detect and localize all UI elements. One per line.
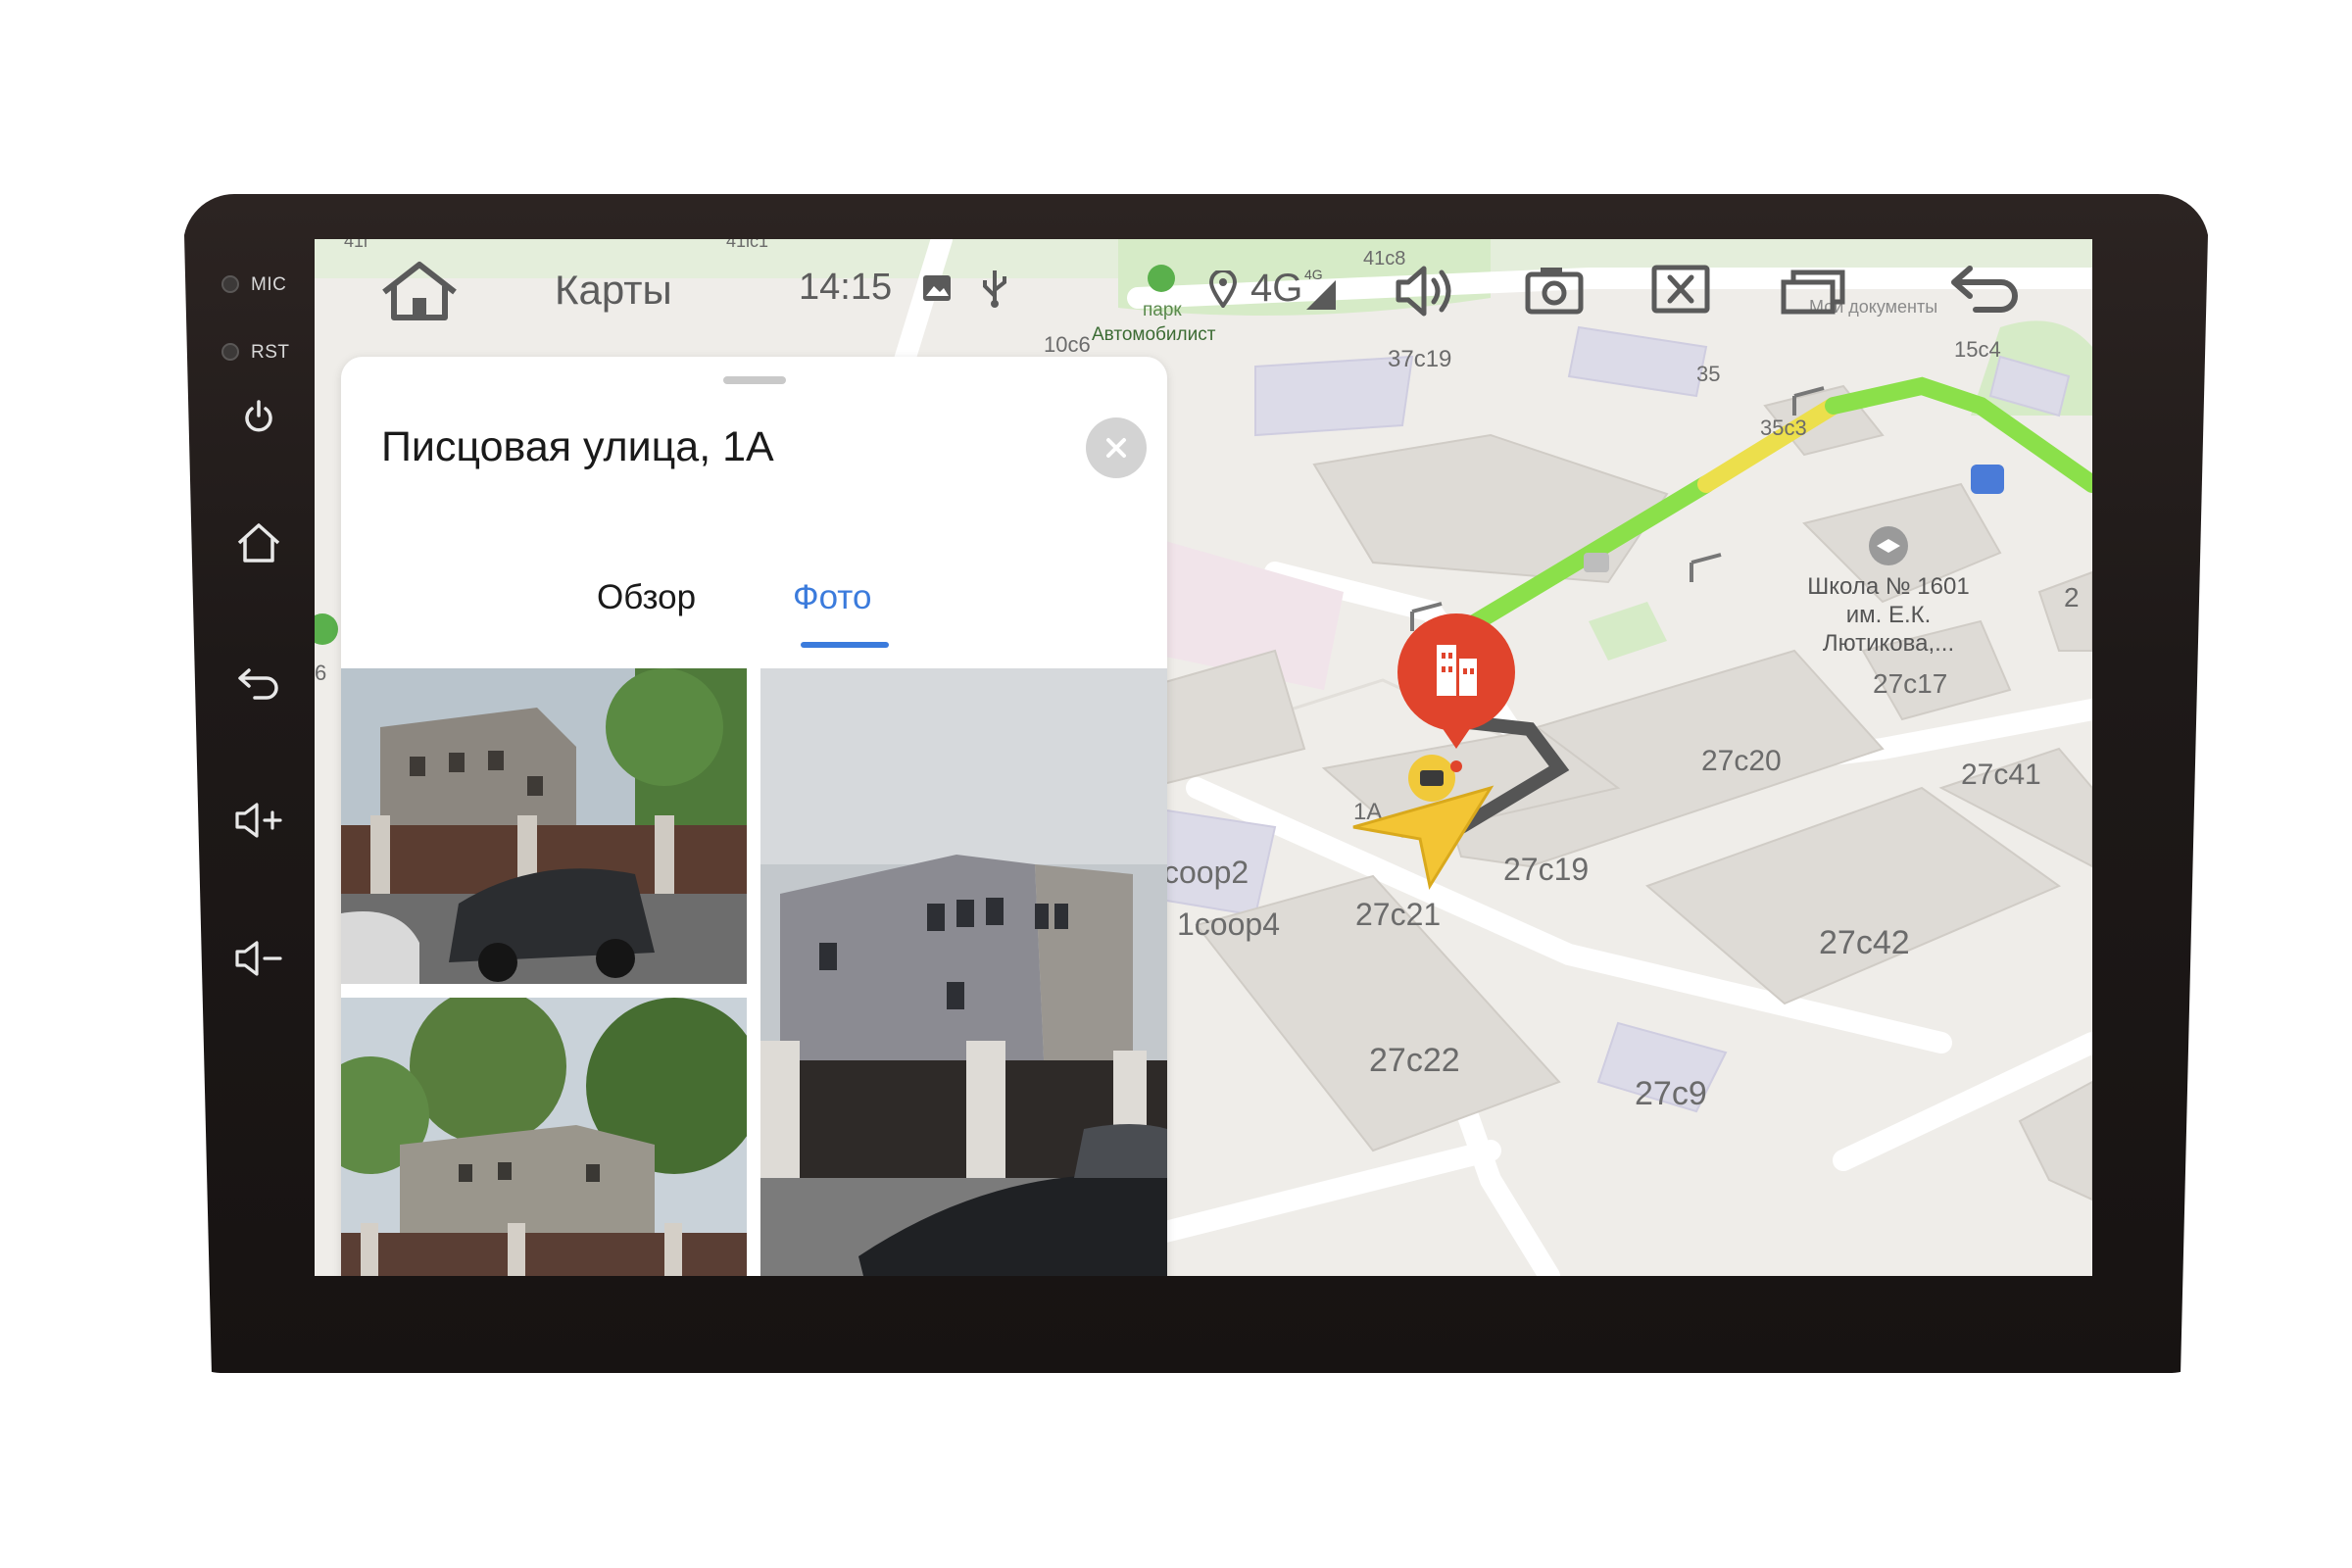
back-hw-button[interactable] — [227, 651, 290, 713]
volume-down-button[interactable] — [227, 927, 290, 990]
map-label-35: 35 — [1696, 362, 1720, 386]
building-photo-image — [341, 998, 747, 1276]
camera-icon — [1525, 268, 1584, 315]
screen: 41l 41lc1 41c8 10c6 37c19 35 35c3 15c4 2… — [315, 239, 2092, 1276]
volume-up-button[interactable] — [227, 789, 290, 852]
photo-thumbnail-3[interactable] — [341, 998, 747, 1276]
map-label-35c3: 35c3 — [1760, 416, 1807, 440]
mic-label: MIC — [251, 274, 287, 295]
map-label-2: 2 — [2064, 582, 2080, 612]
app-title: Карты — [555, 267, 672, 313]
power-icon — [245, 400, 272, 432]
map-label-27c19: 27c19 — [1503, 852, 1589, 887]
photo-thumbnail-2[interactable] — [760, 668, 1167, 1276]
map-label-27c21: 27c21 — [1355, 897, 1441, 932]
map-label-27c17: 27c17 — [1873, 668, 1947, 699]
home-button[interactable] — [378, 259, 461, 328]
active-tab-indicator — [801, 642, 889, 648]
signal-icon — [1304, 278, 1338, 317]
volume-button[interactable] — [1393, 259, 1457, 328]
speaker-icon — [1396, 266, 1451, 317]
map-label-37c19: 37c19 — [1388, 346, 1451, 372]
building-photo-image — [341, 668, 747, 984]
school-name-line3: Лютикова,... — [1823, 630, 1954, 657]
rst-label: RST — [251, 342, 290, 363]
drag-handle[interactable] — [723, 376, 786, 384]
parking-icon — [1584, 553, 1609, 572]
power-button[interactable] — [227, 385, 290, 448]
volume-down-icon — [235, 941, 282, 976]
screenshot-button[interactable] — [1525, 265, 1584, 320]
place-card: Писцовая улица, 1А Обзор Фото — [341, 357, 1167, 1276]
volume-up-icon — [235, 803, 282, 838]
close-card-button[interactable] — [1086, 417, 1147, 478]
back-arrow-icon — [1951, 266, 2018, 313]
rst-indicator[interactable] — [221, 343, 239, 361]
close-icon — [1106, 438, 1126, 458]
photo-thumbnail-1[interactable] — [341, 668, 747, 984]
map-label-1coop4: 1coop4 — [1177, 906, 1280, 942]
place-address: Писцовая улица, 1А — [381, 423, 774, 470]
back-button[interactable] — [1946, 261, 2025, 322]
map-label-27c20: 27c20 — [1701, 745, 1782, 777]
school-name-line1: Школа № 1601 — [1807, 573, 1969, 600]
bus-stop-icon[interactable] — [1971, 465, 2004, 494]
clock: 14:15 — [799, 267, 893, 308]
close-window-icon — [1651, 265, 1710, 314]
map-label-27c22: 27c22 — [1369, 1042, 1460, 1079]
school-name-line2: им. Е.К. — [1846, 602, 1932, 628]
map-label-6: 6 — [315, 661, 326, 685]
tab-overview[interactable]: Обзор — [597, 578, 696, 617]
recent-apps-icon — [1781, 270, 1845, 315]
map-label-27c42: 27c42 — [1819, 924, 1910, 961]
map-label-27c41: 27c41 — [1961, 759, 2041, 791]
network-type: 4G — [1250, 267, 1303, 310]
home-icon — [382, 262, 457, 320]
usb-icon — [981, 269, 1008, 313]
recent-apps-button[interactable] — [1780, 265, 1848, 320]
gallery-icon — [922, 274, 952, 307]
close-app-button[interactable] — [1651, 265, 1710, 318]
status-bar: Карты 14:15 4G 4G — [315, 239, 2092, 347]
location-icon — [1208, 269, 1238, 313]
home-hw-button[interactable] — [227, 512, 290, 574]
building-photo-image — [760, 668, 1167, 1276]
map-label-27c9: 27c9 — [1635, 1075, 1707, 1112]
back-icon — [238, 668, 278, 700]
home-icon — [237, 523, 280, 563]
tab-photos[interactable]: Фото — [793, 578, 871, 617]
mic-indicator — [221, 275, 239, 293]
map-label-coop2: coop2 — [1163, 855, 1249, 890]
